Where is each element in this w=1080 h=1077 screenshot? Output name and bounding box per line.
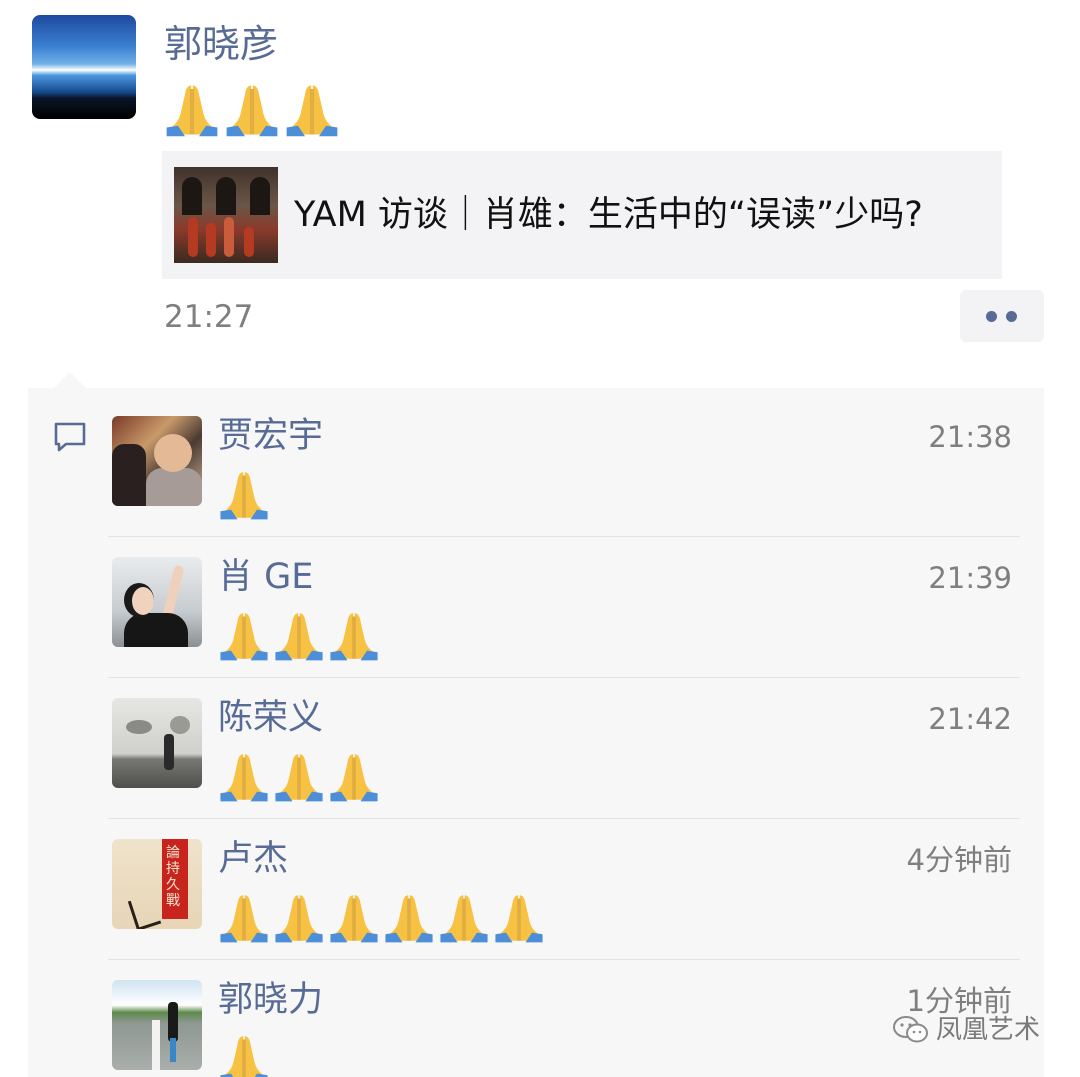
more-dots-icon bbox=[986, 311, 997, 322]
commenter-name[interactable]: 陈荣义 bbox=[218, 696, 323, 740]
article-title: YAM 访谈｜肖雄：生活中的“误读”少吗? bbox=[294, 195, 923, 235]
moments-post-page: 郭晓彦 YAM 访谈｜肖雄：生活中的“误读”少吗? 21:27 贾宏宇 21:3… bbox=[0, 0, 1080, 1077]
pray-hands-icon bbox=[273, 750, 328, 806]
comment-time: 21:39 bbox=[928, 561, 1012, 595]
pray-hands-icon bbox=[218, 609, 273, 665]
comment-text bbox=[218, 468, 273, 524]
commenter-name[interactable]: 卢杰 bbox=[218, 837, 288, 881]
pray-hands-icon bbox=[284, 82, 340, 138]
wechat-logo-icon bbox=[893, 1016, 928, 1043]
comment-item[interactable]: 肖 GE 21:39 bbox=[108, 537, 1020, 678]
pray-hands-icon bbox=[438, 891, 493, 947]
commenter-name[interactable]: 贾宏宇 bbox=[218, 414, 323, 458]
watermark: 凤凰艺术 bbox=[892, 1012, 1040, 1048]
commenter-name[interactable]: 郭晓力 bbox=[218, 978, 323, 1022]
pray-hands-icon bbox=[218, 1032, 273, 1077]
pray-hands-icon bbox=[328, 750, 383, 806]
article-thumbnail bbox=[174, 167, 278, 263]
pray-hands-icon bbox=[218, 468, 273, 524]
commenter-avatar[interactable]: 論持久戰 bbox=[112, 839, 202, 929]
more-actions-button[interactable] bbox=[960, 290, 1044, 342]
comment-text bbox=[218, 891, 548, 947]
comment-item[interactable]: 贾宏宇 21:38 bbox=[108, 396, 1020, 537]
comment-item[interactable]: 陈荣义 21:42 bbox=[108, 678, 1020, 819]
author-avatar[interactable] bbox=[32, 15, 136, 119]
comment-time: 21:42 bbox=[928, 702, 1012, 736]
book-cover: 論持久戰 bbox=[162, 839, 188, 919]
comment-text bbox=[218, 750, 383, 806]
comment-item[interactable]: 郭晓力 1分钟前 bbox=[108, 960, 1020, 1077]
pray-hands-icon bbox=[328, 891, 383, 947]
comment-icon bbox=[54, 422, 86, 452]
pray-hands-icon bbox=[493, 891, 548, 947]
shared-article-card[interactable]: YAM 访谈｜肖雄：生活中的“误读”少吗? bbox=[162, 151, 1002, 279]
watermark-text: 凤凰艺术 bbox=[936, 1015, 1041, 1045]
panel-pointer bbox=[54, 372, 86, 388]
comment-time: 4分钟前 bbox=[906, 843, 1012, 877]
commenter-name[interactable]: 肖 GE bbox=[218, 555, 313, 599]
pray-hands-icon bbox=[224, 82, 280, 138]
comment-text bbox=[218, 1032, 273, 1077]
comment-text bbox=[218, 609, 383, 665]
pray-hands-icon bbox=[328, 609, 383, 665]
comment-time: 21:38 bbox=[928, 420, 1012, 454]
pray-hands-icon bbox=[164, 82, 220, 138]
pray-hands-icon bbox=[273, 891, 328, 947]
pray-hands-icon bbox=[218, 750, 273, 806]
post-text bbox=[164, 82, 340, 138]
author-name[interactable]: 郭晓彦 bbox=[164, 20, 278, 68]
commenter-avatar[interactable] bbox=[112, 416, 202, 506]
commenter-avatar[interactable] bbox=[112, 557, 202, 647]
commenter-avatar[interactable] bbox=[112, 980, 202, 1070]
more-dots-icon bbox=[1006, 311, 1017, 322]
post-time: 21:27 bbox=[164, 299, 254, 335]
pray-hands-icon bbox=[383, 891, 438, 947]
comment-item[interactable]: 論持久戰 卢杰 4分钟前 bbox=[108, 819, 1020, 960]
pray-hands-icon bbox=[218, 891, 273, 947]
pray-hands-icon bbox=[273, 609, 328, 665]
commenter-avatar[interactable] bbox=[112, 698, 202, 788]
